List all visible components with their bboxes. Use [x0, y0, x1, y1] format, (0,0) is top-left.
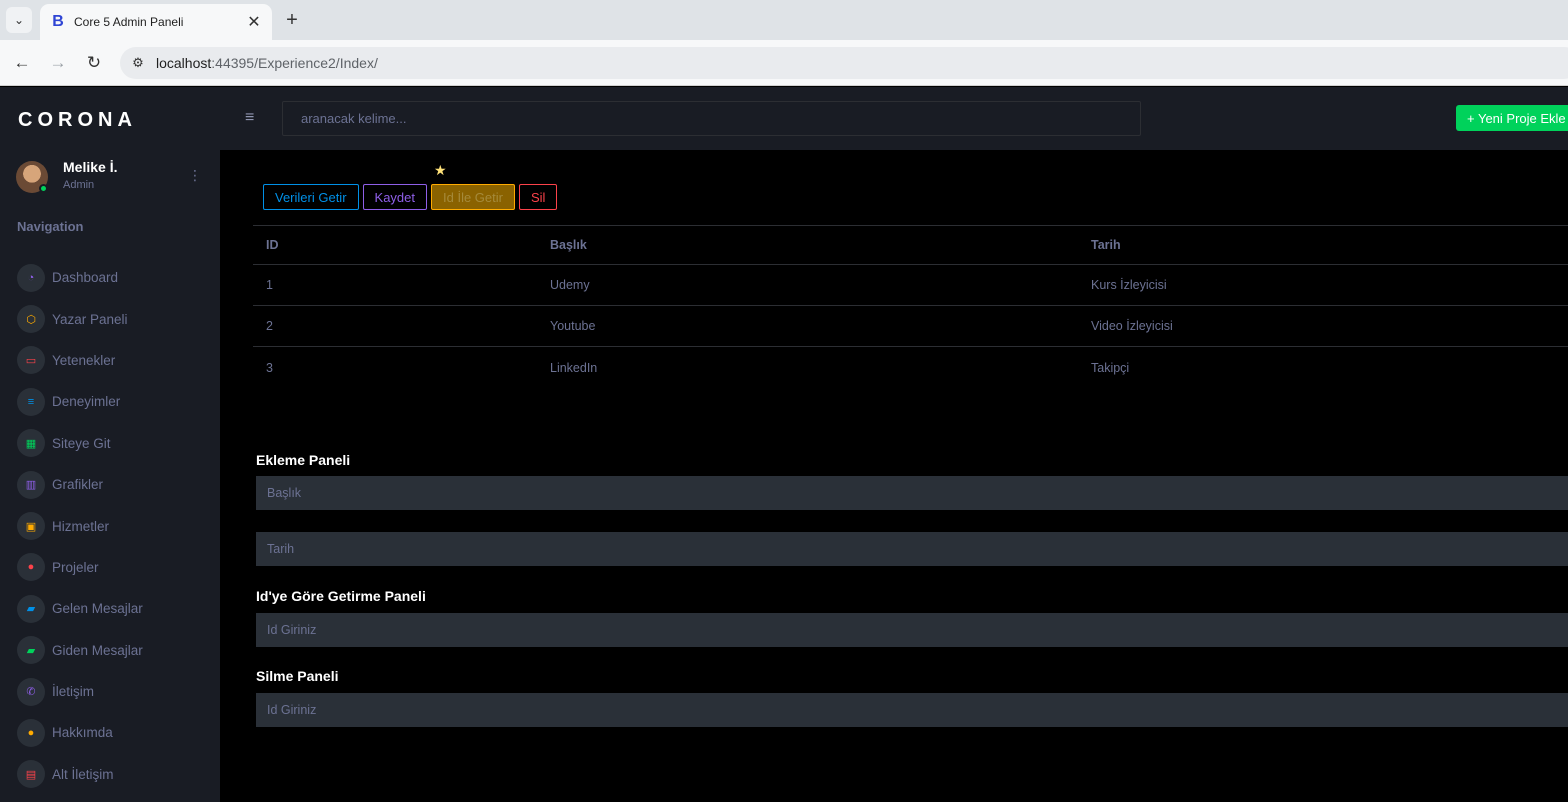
table-row: 2 Youtube Video İzleyicisi — [253, 306, 1568, 347]
reload-icon[interactable]: ↻ — [81, 50, 107, 76]
add-panel-title: Ekleme Paneli — [256, 452, 351, 468]
main-content: ★ Verileri Getir Kaydet Id İle Getir Sil… — [220, 150, 1568, 802]
sidebar-item-giden-mesajlar[interactable]: ▰ Giden Mesajlar — [17, 630, 217, 671]
column-header-title: Başlık — [550, 238, 587, 252]
sidebar-item-label: Yazar Paneli — [52, 311, 128, 327]
sidebar-item-label: Dashboard — [52, 270, 119, 286]
user-icon: ● — [17, 718, 45, 747]
sidebar-item-label: Deneyimler — [52, 394, 121, 410]
sidebar: CORONA Melike İ. Admin ⋮ Navigation ◔ Das… — [0, 87, 220, 802]
cell-title: LinkedIn — [550, 360, 598, 375]
star-icon: ★ — [434, 162, 447, 178]
sidebar-item-label: Hakkımda — [52, 725, 113, 741]
get-by-id-button[interactable]: Id İle Getir — [431, 184, 515, 210]
sidebar-item-label: Grafikler — [52, 477, 104, 493]
sidebar-item-deneyimler[interactable]: ≡ Deneyimler — [17, 381, 217, 422]
get-data-button[interactable]: Verileri Getir — [263, 184, 359, 210]
close-tab-icon[interactable]: ✕ — [242, 10, 266, 34]
message-icon: ▰ — [17, 594, 45, 623]
new-tab-plus-icon[interactable]: + — [280, 8, 304, 32]
cell-id: 1 — [266, 278, 273, 292]
sidebar-item-yetenekler[interactable]: ▭ Yetenekler — [17, 340, 217, 381]
table-icon: ▦ — [17, 429, 45, 458]
site-settings-icon[interactable]: ⚙ — [128, 53, 148, 73]
delete-button[interactable]: Sil — [518, 184, 558, 210]
sidebar-item-dashboard[interactable]: ◔ Dashboard — [17, 257, 217, 298]
sidebar-item-label: Alt İletişim — [52, 766, 114, 782]
get-panel-title: Id'ye Göre Getirme Paneli — [256, 588, 426, 604]
sidebar-item-label: Siteye Git — [52, 435, 111, 451]
cell-date: Video İzleyicisi — [1091, 319, 1173, 333]
cell-title: Udemy — [550, 278, 590, 292]
nav-heading: Navigation — [17, 219, 84, 234]
cell-title: Youtube — [550, 319, 596, 333]
bootstrap-favicon-icon: B — [52, 13, 64, 30]
forward-arrow-icon[interactable]: → — [45, 50, 71, 76]
chart-icon: ▥ — [17, 470, 45, 499]
experience-table: ID Başlık Tarih 1 Udemy Kurs İzleyicisi … — [253, 225, 1568, 388]
menu-toggle-icon[interactable]: ≡ — [245, 109, 254, 127]
cell-date: Kurs İzleyicisi — [1091, 278, 1167, 292]
back-arrow-icon[interactable]: ← — [9, 50, 35, 76]
browser-address-bar: ← → ↻ ⚙ localhost:44395/Experience2/Inde… — [0, 40, 1568, 86]
sidebar-item-label: Yetenekler — [52, 352, 116, 368]
top-navbar: ≡ aranacak kelime... + Yeni Proje Ekle — [220, 87, 1568, 150]
phone-icon: ✆ — [17, 677, 45, 706]
contacts-icon: ▣ — [17, 512, 45, 541]
sidebar-item-label: Gelen Mesajlar — [52, 601, 143, 617]
sidebar-item-hizmetler[interactable]: ▣ Hizmetler — [17, 505, 217, 546]
table-header: ID Başlık Tarih — [253, 225, 1568, 265]
sidebar-item-alt-i̇letişim[interactable]: ▤ Alt İletişim — [17, 754, 217, 795]
profile: Melike İ. Admin ⋮ — [16, 159, 212, 199]
url-path: :44395/Experience2/Index/ — [211, 55, 378, 71]
tab-title: Core 5 Admin Paneli — [74, 15, 184, 29]
delete-id-input[interactable]: Id Giriniz — [256, 693, 1568, 727]
cell-date: Takipçi — [1091, 360, 1130, 375]
new-project-button[interactable]: + Yeni Proje Ekle — [1456, 105, 1568, 131]
table-row: 1 Udemy Kurs İzleyicisi — [253, 265, 1568, 306]
speedometer-icon: ◔ — [17, 263, 45, 292]
title-input[interactable]: Başlık — [256, 476, 1568, 510]
sidebar-item-label: Giden Mesajlar — [52, 642, 143, 658]
search-input[interactable]: aranacak kelime... — [282, 101, 1141, 136]
sidebar-item-siteye-git[interactable]: ▦ Siteye Git — [17, 423, 217, 464]
url-host: localhost — [156, 55, 212, 71]
message-icon: ▰ — [17, 636, 45, 665]
cell-id: 2 — [266, 319, 273, 333]
delete-panel-title: Silme Paneli — [256, 668, 339, 684]
laptop-icon: ▭ — [17, 346, 45, 375]
sidebar-item-projeler[interactable]: ● Projeler — [17, 547, 217, 588]
profile-role: Admin — [63, 179, 95, 191]
online-status-icon — [39, 184, 48, 193]
action-buttons: Verileri Getir Kaydet Id İle Getir Sil — [263, 184, 558, 210]
sidebar-item-hakkımda[interactable]: ● Hakkımda — [17, 712, 217, 753]
date-input[interactable]: Tarih — [256, 532, 1568, 566]
cube-icon: ⬡ — [17, 305, 45, 334]
sidebar-item-grafikler[interactable]: ▥ Grafikler — [17, 464, 217, 505]
sidebar-item-label: İletişim — [52, 684, 95, 700]
sidebar-item-i̇letişim[interactable]: ✆ İletişim — [17, 671, 217, 712]
get-id-input[interactable]: Id Giriniz — [256, 613, 1568, 647]
calendar-icon: ▤ — [17, 760, 45, 789]
table-row: 3 LinkedIn Takipçi — [253, 347, 1568, 388]
sidebar-item-label: Projeler — [52, 559, 99, 575]
cell-id: 3 — [266, 360, 273, 375]
nav-list: ◔ Dashboard ⬡ Yazar Paneli ▭ Yetenekler ≡ Deney… — [17, 257, 217, 795]
sidebar-item-yazar-paneli[interactable]: ⬡ Yazar Paneli — [17, 298, 217, 339]
brand-logo[interactable]: CORONA — [18, 109, 137, 132]
browser-tabbar: ⌄ B Core 5 Admin Paneli ✕ + — [0, 0, 1568, 40]
list-icon: ≡ — [17, 387, 45, 416]
profile-name: Melike İ. — [63, 159, 118, 175]
column-header-date: Tarih — [1091, 238, 1121, 252]
browser-tab[interactable]: B Core 5 Admin Paneli ✕ — [40, 4, 272, 40]
sidebar-item-gelen-mesajlar[interactable]: ▰ Gelen Mesajlar — [17, 588, 217, 629]
sidebar-item-label: Hizmetler — [52, 518, 110, 534]
github-icon: ● — [17, 553, 45, 582]
tab-list-chevron-icon[interactable]: ⌄ — [6, 7, 32, 33]
save-button[interactable]: Kaydet — [362, 184, 428, 210]
url-field[interactable]: ⚙ localhost:44395/Experience2/Index/ — [120, 47, 1568, 79]
more-vertical-icon[interactable]: ⋮ — [188, 167, 202, 184]
column-header-id: ID — [266, 238, 279, 252]
url-text: localhost:44395/Experience2/Index/ — [156, 55, 378, 71]
